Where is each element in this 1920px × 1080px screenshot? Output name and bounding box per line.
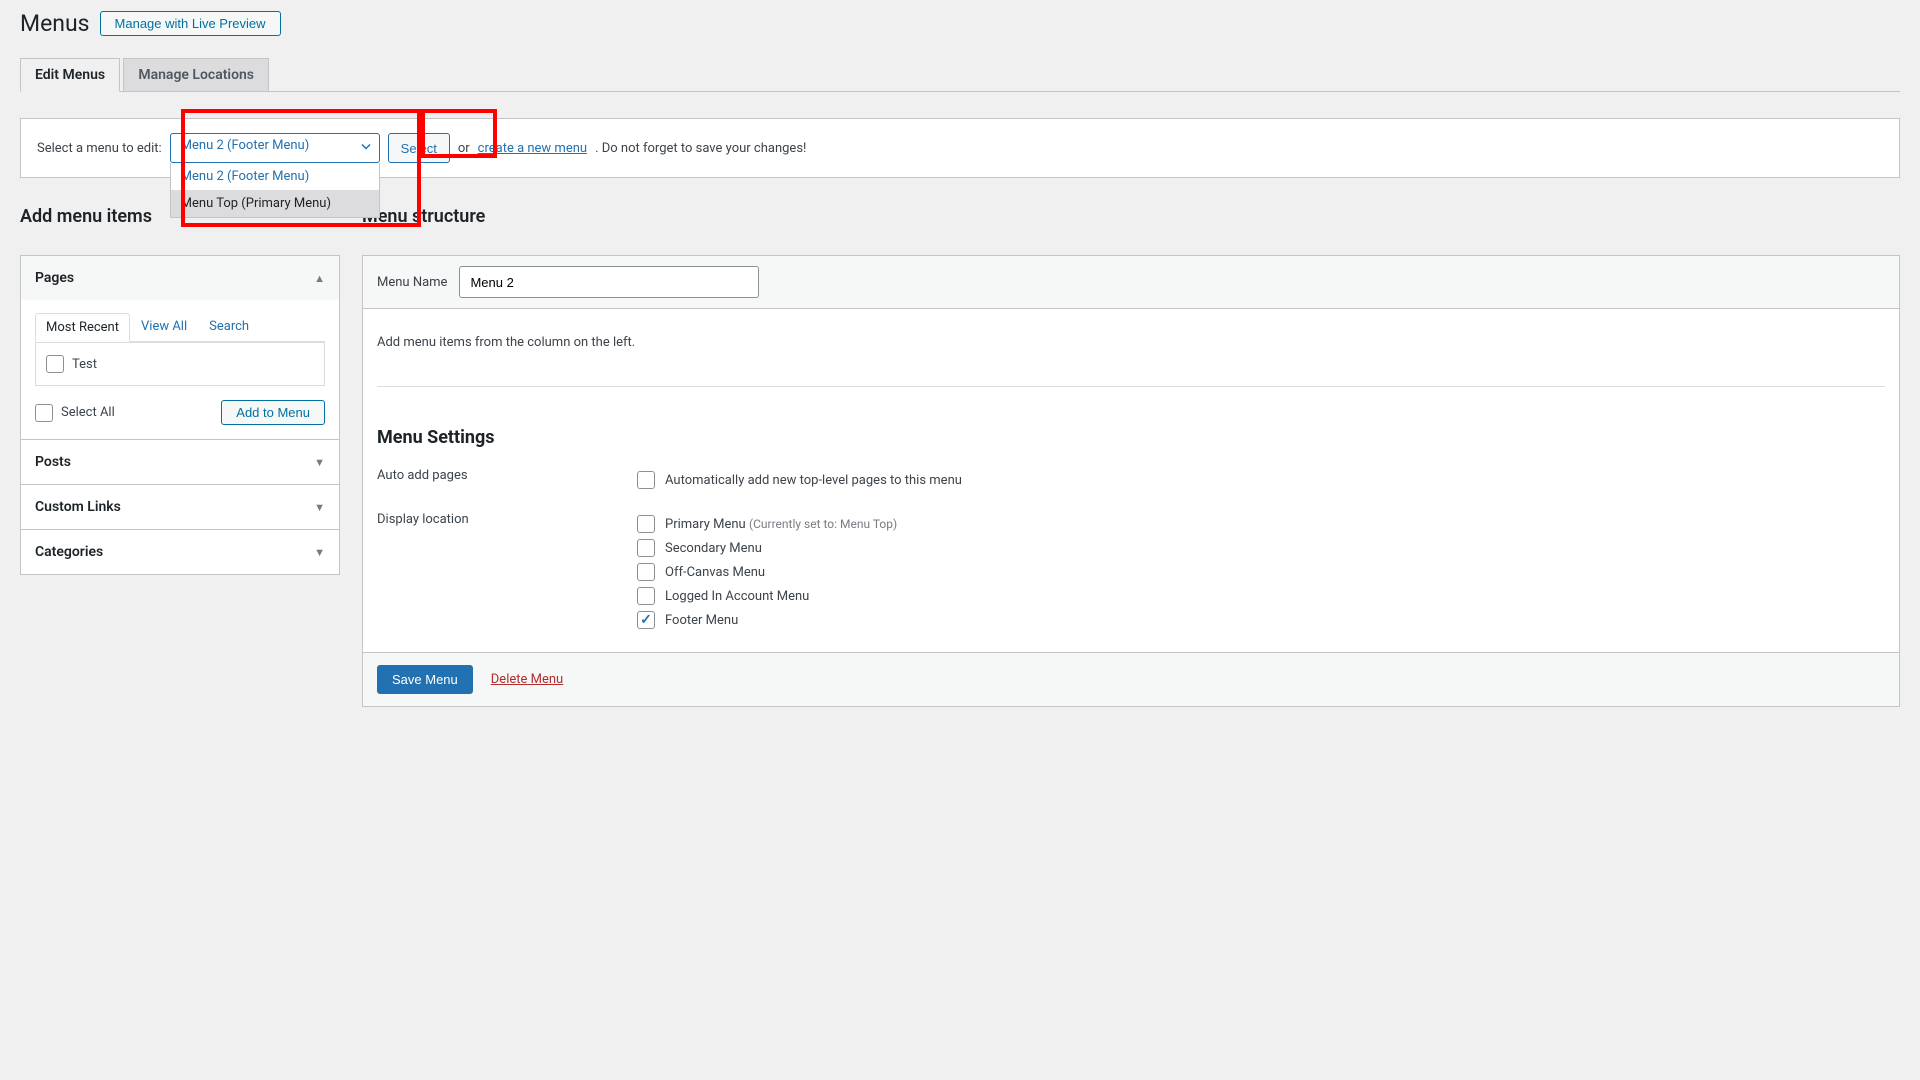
accordion-posts: Posts ▼ — [21, 440, 339, 485]
location-label: Off-Canvas Menu — [665, 565, 765, 580]
menu-selector-bar: Select a menu to edit: Menu 2 (Footer Me… — [20, 118, 1900, 178]
checkbox-select-all[interactable] — [35, 404, 53, 422]
menu-option-1[interactable]: Menu Top (Primary Menu) — [171, 190, 379, 217]
location-primary[interactable]: Primary Menu (Currently set to: Menu Top… — [637, 512, 1885, 536]
save-menu-button[interactable]: Save Menu — [377, 665, 473, 694]
auto-add-option-label: Automatically add new top-level pages to… — [665, 473, 962, 488]
location-logged-in[interactable]: Logged In Account Menu — [637, 584, 1885, 608]
right-column-title: Menu structure — [362, 206, 1900, 227]
accordion-header-custom-links[interactable]: Custom Links ▼ — [21, 485, 339, 529]
auto-add-option-row[interactable]: Automatically add new top-level pages to… — [637, 468, 1885, 492]
caret-down-icon: ▼ — [314, 456, 325, 469]
accordion-pages: Pages ▲ Most Recent View All Search T — [21, 256, 339, 440]
caret-down-icon: ▼ — [314, 501, 325, 514]
page-item-label: Test — [72, 357, 97, 372]
add-items-accordion: Pages ▲ Most Recent View All Search T — [20, 255, 340, 575]
add-to-menu-button[interactable]: Add to Menu — [221, 400, 325, 425]
location-secondary[interactable]: Secondary Menu — [637, 536, 1885, 560]
select-all-label: Select All — [61, 405, 115, 420]
checkbox-primary[interactable] — [637, 515, 655, 533]
create-new-menu-link[interactable]: create a new menu — [478, 141, 587, 156]
menu-select-container: Menu 2 (Footer Menu) Menu 2 (Footer Menu… — [170, 133, 380, 163]
accordion-label-pages: Pages — [35, 270, 74, 286]
menu-name-label: Menu Name — [377, 275, 447, 290]
menu-select-dropdown: Menu 2 (Footer Menu) Menu Top (Primary M… — [170, 163, 380, 218]
location-label: Primary Menu — [665, 517, 746, 532]
location-note: (Currently set to: Menu Top) — [749, 517, 897, 531]
caret-down-icon: ▼ — [314, 546, 325, 559]
accordion-header-posts[interactable]: Posts ▼ — [21, 440, 339, 484]
accordion-custom-links: Custom Links ▼ — [21, 485, 339, 530]
or-text: or — [458, 141, 470, 156]
checkbox-test[interactable] — [46, 355, 64, 373]
accordion-header-categories[interactable]: Categories ▼ — [21, 530, 339, 574]
menu-select[interactable]: Menu 2 (Footer Menu) — [170, 133, 380, 163]
checkbox-offcanvas[interactable] — [637, 563, 655, 581]
location-label: Logged In Account Menu — [665, 589, 809, 604]
tab-manage-locations[interactable]: Manage Locations — [123, 58, 269, 91]
accordion-label-posts: Posts — [35, 454, 71, 470]
delete-menu-link[interactable]: Delete Menu — [491, 672, 563, 687]
accordion-label-custom-links: Custom Links — [35, 499, 121, 515]
menu-structure-panel: Menu Name Add menu items from the column… — [362, 255, 1900, 707]
menu-instruction: Add menu items from the column on the le… — [377, 335, 1885, 387]
checkbox-footer[interactable] — [637, 611, 655, 629]
location-label: Footer Menu — [665, 613, 738, 628]
display-location-label: Display location — [377, 512, 597, 632]
inner-tab-view-all[interactable]: View All — [130, 312, 198, 341]
checkbox-auto-add[interactable] — [637, 471, 655, 489]
accordion-label-categories: Categories — [35, 544, 103, 560]
page-item-test[interactable]: Test — [46, 353, 314, 375]
inner-tab-recent[interactable]: Most Recent — [35, 313, 130, 342]
accordion-categories: Categories ▼ — [21, 530, 339, 574]
menu-settings-title: Menu Settings — [377, 427, 1885, 448]
caret-up-icon: ▲ — [314, 272, 325, 285]
selector-prefix: Select a menu to edit: — [37, 141, 162, 156]
nav-tabs: Edit Menus Manage Locations — [20, 57, 1900, 92]
page-title: Menus — [20, 10, 90, 37]
menu-select-value: Menu 2 (Footer Menu) — [181, 138, 310, 153]
checkbox-secondary[interactable] — [637, 539, 655, 557]
location-label: Secondary Menu — [665, 541, 762, 556]
auto-add-label: Auto add pages — [377, 468, 597, 492]
inner-tab-search[interactable]: Search — [198, 312, 260, 341]
select-button[interactable]: Select — [388, 133, 450, 163]
accordion-header-pages[interactable]: Pages ▲ — [21, 256, 339, 300]
location-footer[interactable]: Footer Menu — [637, 608, 1885, 632]
pages-checkbox-list: Test — [35, 342, 325, 386]
menu-option-0[interactable]: Menu 2 (Footer Menu) — [171, 163, 379, 190]
select-all-row[interactable]: Select All — [35, 402, 115, 424]
pages-inner-tabs: Most Recent View All Search — [35, 312, 325, 342]
menu-name-input[interactable] — [459, 266, 759, 298]
tab-edit-menus[interactable]: Edit Menus — [20, 58, 120, 92]
selector-suffix: . Do not forget to save your changes! — [595, 141, 806, 156]
checkbox-logged-in[interactable] — [637, 587, 655, 605]
location-offcanvas[interactable]: Off-Canvas Menu — [637, 560, 1885, 584]
live-preview-button[interactable]: Manage with Live Preview — [100, 11, 281, 36]
